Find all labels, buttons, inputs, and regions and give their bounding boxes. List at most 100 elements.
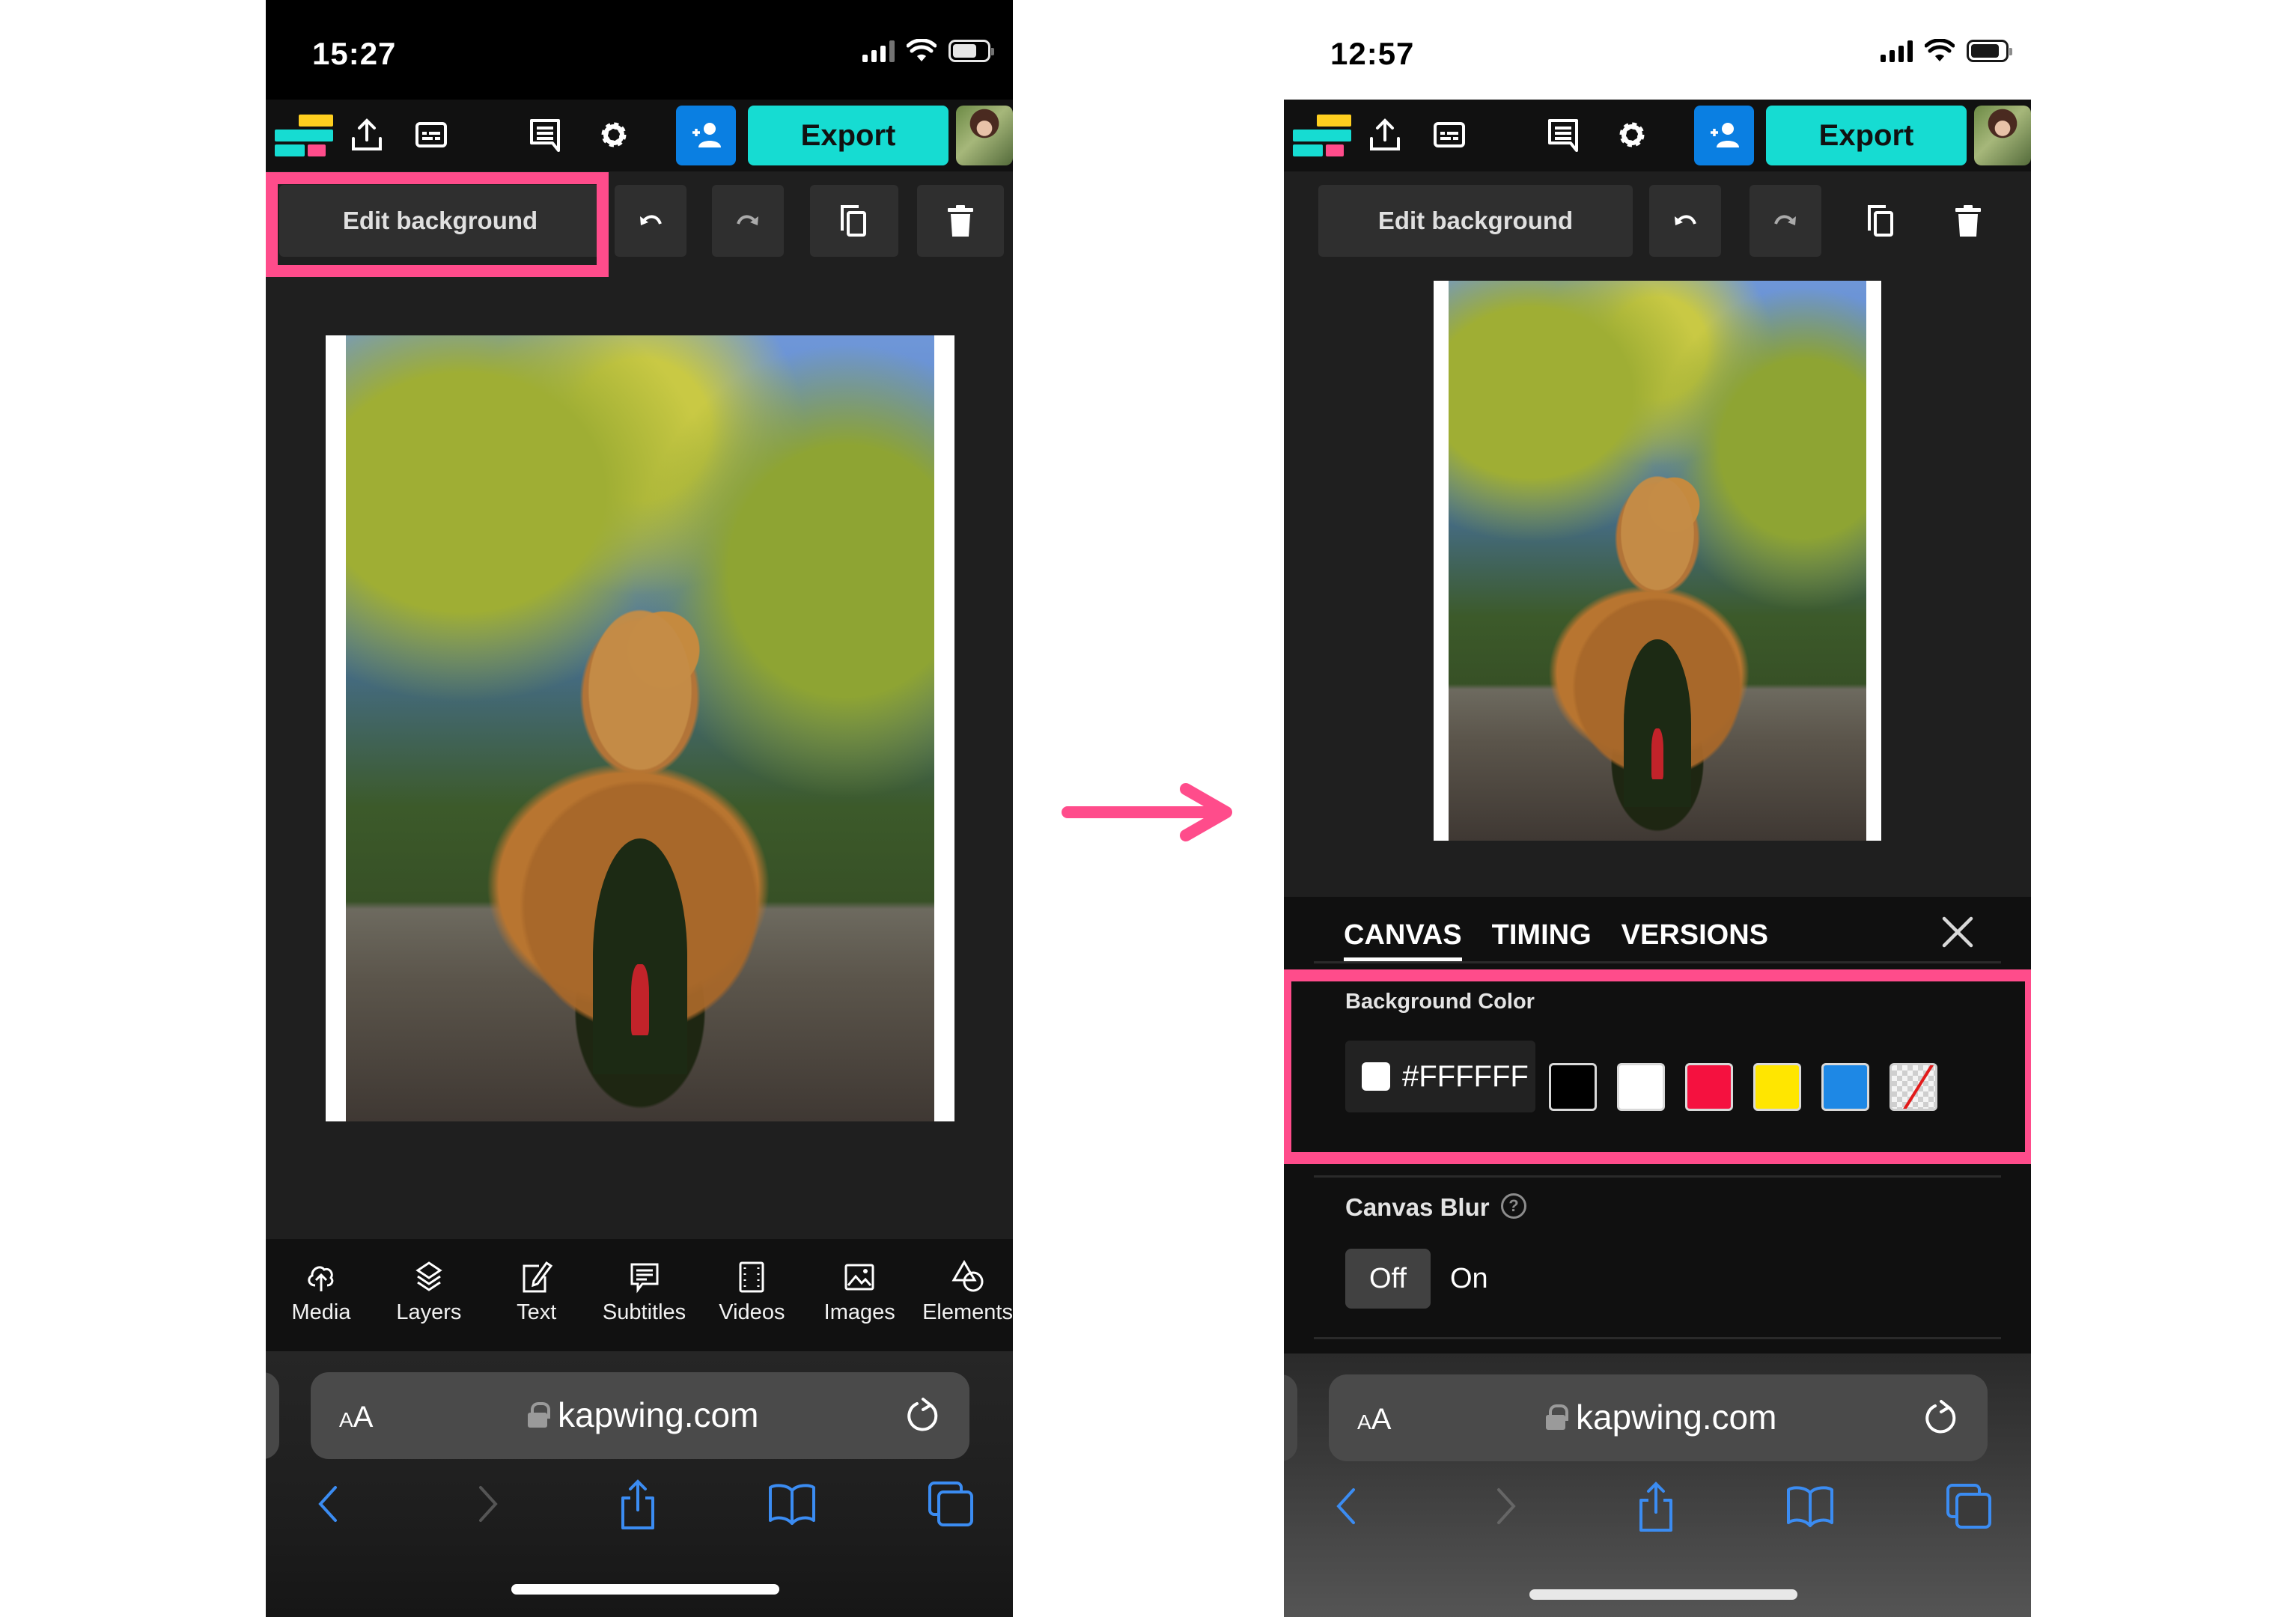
forward-button[interactable] [462, 1479, 514, 1531]
lock-icon [528, 1402, 550, 1428]
tab-timing[interactable]: TIMING [1492, 919, 1592, 963]
upload-icon [1370, 118, 1400, 150]
close-panel-button[interactable] [1935, 910, 1980, 955]
undo-button[interactable] [615, 185, 686, 257]
book-icon [1787, 1485, 1833, 1527]
invite-button[interactable] [1694, 106, 1754, 165]
safari-toolbar: AA kapwing.com [266, 1351, 1013, 1617]
safari-toolbar: AA kapwing.com [1284, 1353, 2031, 1617]
tool-tab-media[interactable]: Media [276, 1260, 366, 1351]
tab-versions[interactable]: VERSIONS [1621, 919, 1768, 963]
invite-user-icon [692, 123, 721, 147]
swatch-white[interactable] [1617, 1063, 1665, 1111]
upload-button[interactable] [348, 116, 386, 153]
export-button[interactable]: Export [748, 106, 948, 165]
status-time: 15:27 [312, 36, 397, 71]
tool-tab-elements[interactable]: Elements [922, 1260, 1013, 1351]
comments-button[interactable] [1544, 116, 1582, 153]
undo-button[interactable] [1649, 185, 1721, 257]
tools-bar: Media Layers Text Subtitles Videos Image… [266, 1239, 1013, 1351]
user-avatar[interactable] [1974, 106, 2031, 165]
app-toolbar: Export [266, 100, 1013, 171]
blur-on-option[interactable]: On [1450, 1249, 1502, 1309]
chevron-left-icon [1336, 1487, 1355, 1524]
redo-icon [737, 215, 758, 225]
comments-button[interactable] [526, 116, 564, 153]
reload-icon[interactable] [1922, 1397, 1961, 1439]
swatch-black[interactable] [1549, 1063, 1597, 1111]
layers-icon [415, 1261, 442, 1291]
invite-button[interactable] [676, 106, 736, 165]
bookmarks-button[interactable] [766, 1479, 818, 1531]
duplicate-icon [841, 205, 866, 237]
tool-tab-images[interactable]: Images [814, 1260, 904, 1351]
url-text: kapwing.com [558, 1395, 759, 1434]
swatch-yellow[interactable] [1753, 1063, 1801, 1111]
forward-button[interactable] [1480, 1481, 1532, 1533]
tabs-button[interactable] [1943, 1481, 1995, 1533]
text-size-button[interactable]: AA [339, 1401, 373, 1434]
redo-button[interactable] [712, 185, 784, 257]
canvas-preview[interactable] [1434, 281, 1881, 841]
export-button[interactable]: Export [1766, 106, 1967, 165]
phone-before: 15:27 Export Edit background Media Layer… [266, 0, 1013, 1617]
home-indicator [511, 1584, 779, 1595]
cellular-signal-icon [862, 40, 895, 62]
redo-button[interactable] [1750, 185, 1821, 257]
back-button[interactable] [302, 1479, 354, 1531]
address-bar[interactable]: AA kapwing.com [1329, 1374, 1988, 1461]
tabs-button[interactable] [925, 1479, 977, 1531]
tool-tab-subtitles[interactable]: Subtitles [600, 1260, 689, 1351]
panel-tabs: CANVAS TIMING VERSIONS [1344, 919, 1768, 963]
tool-tab-videos[interactable]: Videos [707, 1260, 797, 1351]
tab-canvas[interactable]: CANVAS [1344, 919, 1462, 963]
trash-icon [1955, 205, 1981, 237]
settings-button[interactable] [595, 116, 633, 153]
duplicate-button[interactable] [810, 185, 898, 257]
blur-off-option[interactable]: Off [1345, 1249, 1431, 1309]
hex-color-input[interactable]: #FFFFFF [1345, 1041, 1535, 1112]
tool-tab-text[interactable]: Text [492, 1260, 582, 1351]
help-icon[interactable]: ? [1501, 1193, 1526, 1219]
swatch-transparent[interactable] [1890, 1063, 1937, 1111]
tabs-icon [1946, 1483, 1991, 1529]
edit-background-button[interactable]: Edit background [279, 185, 601, 257]
address-bar[interactable]: AA kapwing.com [311, 1372, 969, 1459]
subtitles-button[interactable] [1431, 116, 1468, 153]
reload-icon[interactable] [904, 1395, 943, 1437]
upload-button[interactable] [1366, 116, 1404, 153]
duplicate-button[interactable] [1845, 185, 1917, 257]
hex-value: #FFFFFF [1402, 1059, 1529, 1093]
trash-icon [948, 205, 973, 237]
redo-icon [1774, 215, 1796, 225]
edit-background-button[interactable]: Edit background [1318, 185, 1633, 257]
status-bar: 15:27 [266, 0, 1013, 100]
cloud-upload-icon [308, 1266, 334, 1291]
gear-icon [1619, 122, 1645, 147]
settings-button[interactable] [1613, 116, 1651, 153]
delete-button[interactable] [1932, 185, 2004, 257]
share-button[interactable] [612, 1479, 664, 1531]
share-icon [621, 1479, 654, 1529]
chevron-left-icon [318, 1485, 337, 1522]
chevron-right-icon [1497, 1487, 1516, 1524]
kapwing-logo[interactable] [1293, 115, 1354, 156]
canvas-photo [346, 335, 934, 1121]
swatch-blue[interactable] [1821, 1063, 1869, 1111]
shapes-icon [951, 1260, 983, 1292]
text-size-button[interactable]: AA [1357, 1403, 1391, 1437]
canvas-preview[interactable] [326, 335, 954, 1121]
kapwing-logo[interactable] [275, 115, 336, 156]
background-color-label: Background Color [1345, 990, 1535, 1014]
subtitles-button[interactable] [412, 116, 450, 153]
gear-icon [601, 122, 627, 147]
delete-button[interactable] [917, 185, 1004, 257]
previous-tab-stub[interactable] [1284, 1374, 1297, 1461]
previous-tab-stub[interactable] [266, 1372, 279, 1459]
share-button[interactable] [1630, 1481, 1682, 1533]
tool-tab-layers[interactable]: Layers [384, 1260, 474, 1351]
swatch-red[interactable] [1685, 1063, 1733, 1111]
back-button[interactable] [1320, 1481, 1372, 1533]
bookmarks-button[interactable] [1784, 1481, 1836, 1533]
user-avatar[interactable] [956, 106, 1013, 165]
